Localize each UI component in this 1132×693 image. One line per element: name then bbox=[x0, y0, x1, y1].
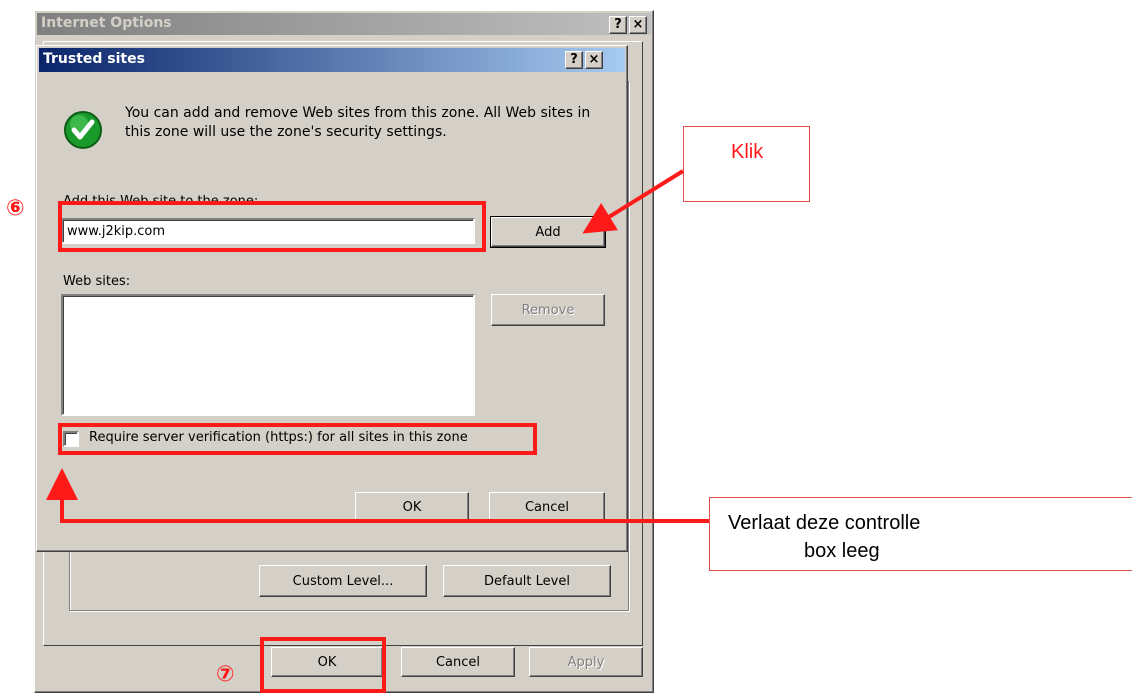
checkbox-arrow bbox=[46, 468, 709, 523]
annotation-arrows bbox=[46, 169, 709, 523]
klik-arrow bbox=[582, 169, 685, 234]
